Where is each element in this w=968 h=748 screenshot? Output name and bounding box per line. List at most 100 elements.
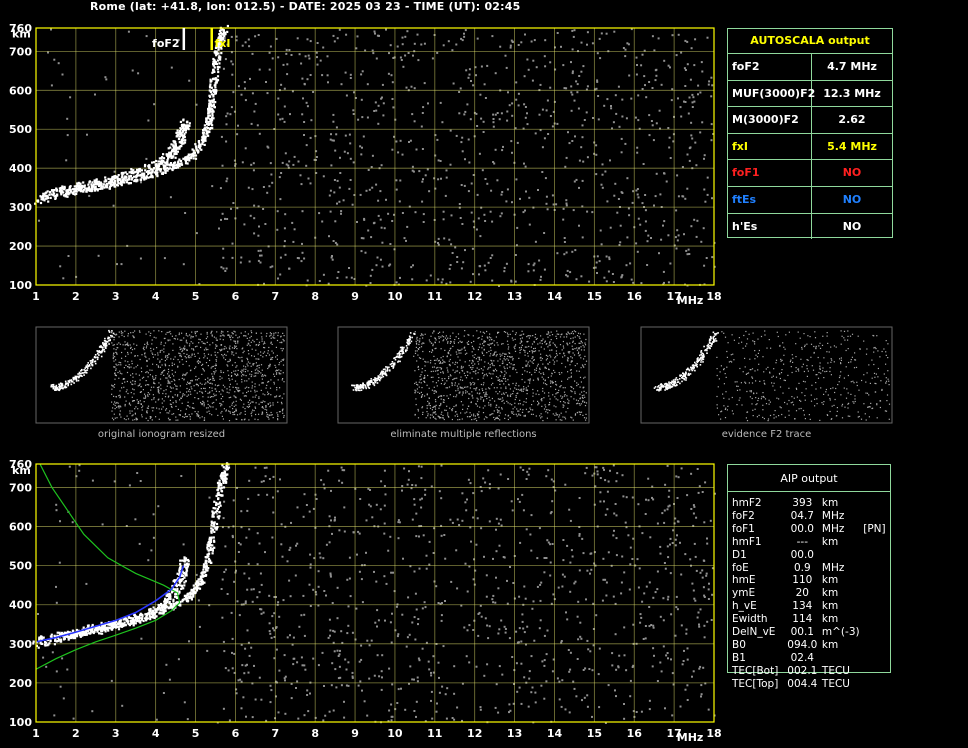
thumbnail-caption: eliminate multiple reflections — [390, 429, 536, 440]
aip-value: 094.0 — [787, 638, 818, 651]
aip-row: D1 00.0 — [732, 549, 890, 562]
aip-label: hmE — [732, 574, 756, 587]
aip-label: foE — [732, 561, 749, 574]
x-tick-label: 11 — [427, 727, 442, 740]
aip-table: AIP output hmF2 393 km foF2 04.7 MHz foF1 00.0 M… — [727, 464, 891, 690]
aip-flag — [863, 549, 890, 562]
trace-extraordinary — [57, 462, 231, 641]
aip-flag — [863, 652, 890, 665]
aip-unit: TECU — [821, 677, 850, 690]
y-tick-label: 400 — [9, 162, 32, 175]
aip-flag — [863, 510, 890, 523]
marker-label: foF2 — [152, 37, 180, 50]
x-tick-label: 7 — [271, 290, 279, 303]
y-tick-label: 500 — [9, 560, 32, 573]
autoscala-key: MUF(3000)F2 — [728, 80, 815, 107]
autoscala-key: foF2 — [728, 54, 812, 80]
aip-title: AIP output — [728, 465, 890, 492]
aip-value: 110 — [792, 574, 813, 587]
autoscala-value: NO — [842, 219, 862, 233]
autoscala-value: NO — [842, 166, 862, 180]
aip-flag — [863, 613, 890, 626]
aip-label: h_vE — [732, 600, 757, 613]
aip-label: DelN_vE — [732, 626, 776, 639]
x-tick-label: 6 — [232, 290, 240, 303]
x-tick-label: 9 — [351, 290, 359, 303]
x-tick-label: 6 — [232, 727, 240, 740]
aip-row: foF2 04.7 MHz — [732, 510, 890, 523]
aip-value: 004.4 — [787, 677, 818, 690]
y-tick-label: 700 — [9, 481, 32, 494]
aip-unit: MHz — [821, 509, 845, 522]
aip-value: 393 — [792, 497, 813, 509]
aip-unit: km — [821, 587, 839, 600]
x-tick-label: 16 — [627, 290, 643, 303]
aip-flag — [863, 497, 890, 510]
y-tick-label: 100 — [9, 716, 32, 729]
aip-unit: MHz — [821, 522, 845, 535]
x-tick-label: 2 — [72, 290, 80, 303]
x-tick-label: 9 — [351, 727, 359, 740]
autoscala-row: foF1 NO — [728, 160, 892, 187]
aip-value: 04.7 — [790, 509, 814, 522]
aip-label: ymE — [732, 587, 756, 600]
aip-row: ymE 20 km — [732, 587, 890, 600]
y-tick-label: 500 — [9, 123, 32, 136]
y-tick-label: 300 — [9, 638, 32, 651]
aip-value: 002.1 — [787, 664, 818, 677]
aip-flag — [863, 665, 890, 678]
x-tick-label: 12 — [467, 290, 482, 303]
x-tick-label: 10 — [387, 290, 403, 303]
aip-unit: km — [821, 613, 839, 626]
aip-row: foF1 00.0 MHz [PN] — [732, 523, 890, 536]
grid — [35, 463, 715, 723]
aip-label: hmF1 — [732, 535, 762, 548]
grid — [35, 27, 715, 286]
thumbnail-caption: evidence F2 trace — [722, 429, 812, 440]
x-tick-label: 4 — [152, 727, 160, 740]
aip-row: hmE 110 km — [732, 574, 890, 587]
autoscala-title: AUTOSCALA output — [728, 29, 892, 54]
marker-fof2 — [182, 28, 186, 50]
x-tick-label: 14 — [547, 727, 563, 740]
aip-label: hmF2 — [732, 497, 762, 509]
x-tick-label: 18 — [706, 727, 721, 740]
x-tick-label: 13 — [507, 727, 522, 740]
thumbnail-1: original ionogram resized — [35, 326, 288, 440]
autoscala-key: ftEs — [728, 186, 812, 213]
aip-unit: m^(-3) — [821, 626, 860, 639]
x-tick-label: 16 — [627, 727, 643, 740]
y-tick-label: 200 — [9, 240, 32, 253]
aip-flag: [PN] — [863, 522, 886, 535]
aip-row: foE 0.9 MHz — [732, 562, 890, 575]
thumbnail-2: eliminate multiple reflections — [337, 326, 590, 440]
thumbnail-caption: original ionogram resized — [98, 429, 225, 440]
aip-row: TEC[Top] 004.4 TECU — [732, 678, 890, 691]
aip-value: 20 — [795, 587, 809, 600]
aip-value: 00.1 — [790, 626, 814, 639]
x-tick-label: 13 — [507, 290, 522, 303]
y-axis-label: km — [12, 28, 31, 41]
aip-label: foF2 — [732, 509, 755, 522]
x-tick-label: 8 — [311, 290, 319, 303]
x-tick-label: 7 — [271, 727, 279, 740]
aip-unit: km — [821, 600, 839, 613]
aip-row: B1 02.4 — [732, 652, 890, 665]
aip-unit — [822, 652, 863, 665]
x-tick-label: 12 — [467, 727, 482, 740]
x-tick-label: 4 — [152, 290, 160, 303]
autoscala-key: h'Es — [728, 213, 812, 240]
x-tick-label: 3 — [112, 290, 120, 303]
trace-extraordinary — [59, 24, 229, 198]
marker-fxi — [210, 28, 213, 50]
autoscala-row: fxI 5.4 MHz — [728, 133, 892, 161]
autoscala-value: 2.62 — [838, 113, 866, 127]
aip-unit: TECU — [821, 664, 850, 677]
x-axis-label: MHz — [677, 294, 704, 307]
y-axis-label: km — [12, 464, 31, 477]
x-tick-label: 15 — [587, 727, 602, 740]
aip-row: B0 094.0 km — [732, 639, 890, 652]
x-tick-label: 2 — [72, 727, 80, 740]
x-tick-label: 1 — [32, 727, 40, 740]
trace-ordinary — [34, 118, 191, 205]
